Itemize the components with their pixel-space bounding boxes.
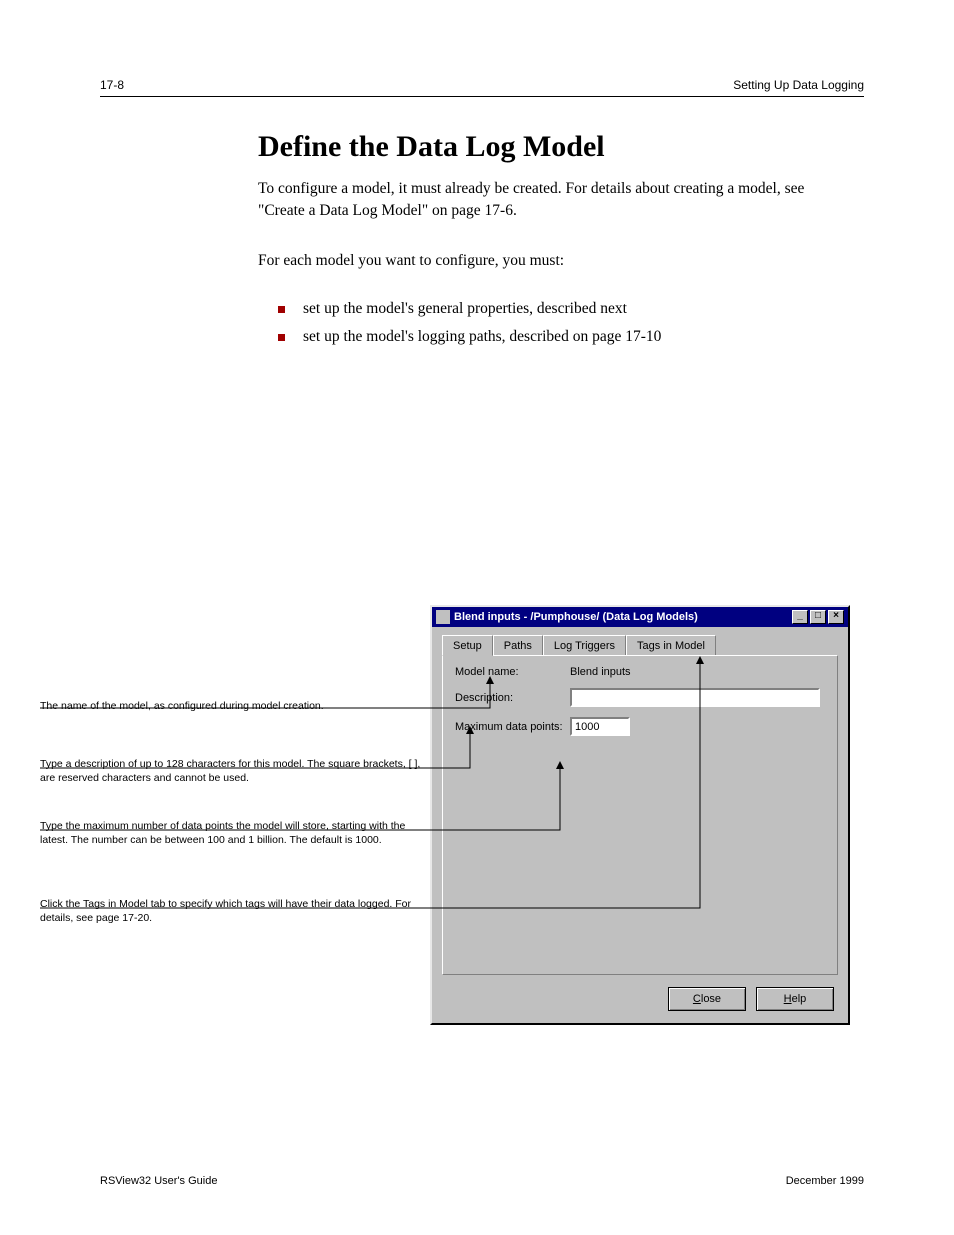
tab-strip: Setup Paths Log Triggers Tags in Model — [442, 635, 838, 655]
model-name-label: Model name: — [455, 666, 570, 678]
maximize-button[interactable]: □ — [810, 610, 826, 624]
section-heading: Define the Data Log Model — [258, 130, 605, 164]
minimize-button[interactable]: _ — [792, 610, 808, 624]
window-title: Blend inputs - /Pumphouse/ (Data Log Mod… — [454, 611, 792, 623]
bullet-list: set up the model's general properties, d… — [258, 300, 818, 356]
close-button-rest: lose — [701, 993, 721, 1005]
header-title: Setting Up Data Logging — [733, 78, 864, 92]
tab-setup[interactable]: Setup — [442, 635, 493, 656]
callout-description: Type a description of up to 128 characte… — [40, 758, 430, 785]
callout-max-points: Type the maximum number of data points t… — [40, 820, 430, 847]
data-log-model-dialog: Blend inputs - /Pumphouse/ (Data Log Mod… — [430, 605, 850, 1025]
tab-panel-setup: Model name: Blend inputs Description: Ma… — [442, 655, 838, 975]
tab-log-triggers[interactable]: Log Triggers — [543, 635, 626, 655]
bullet-text: set up the model's logging paths, descri… — [303, 328, 661, 346]
description-label: Description: — [455, 692, 570, 704]
running-header: 17-8 Setting Up Data Logging — [100, 78, 864, 92]
header-rule — [100, 96, 864, 97]
bullet-item: set up the model's logging paths, descri… — [258, 328, 818, 346]
bullet-text: set up the model's general properties, d… — [303, 300, 627, 318]
bullet-item: set up the model's general properties, d… — [258, 300, 818, 318]
tab-tags-in-model[interactable]: Tags in Model — [626, 635, 716, 655]
callout-tags-in-model: Click the Tags in Model tab to specify w… — [40, 898, 430, 925]
titlebar[interactable]: Blend inputs - /Pumphouse/ (Data Log Mod… — [432, 607, 848, 627]
tab-paths[interactable]: Paths — [493, 635, 543, 655]
max-data-points-label: Maximum data points: — [455, 721, 570, 733]
help-button[interactable]: Help — [756, 987, 834, 1011]
app-icon — [436, 610, 450, 624]
bullet-icon — [278, 306, 285, 313]
paragraph-1: To configure a model, it must already be… — [258, 178, 818, 223]
footer-left: RSView32 User's Guide — [100, 1175, 217, 1187]
close-window-button[interactable]: × — [828, 610, 844, 624]
model-name-value: Blend inputs — [570, 666, 631, 678]
footer-right: December 1999 — [786, 1175, 864, 1187]
paragraph-2: For each model you want to configure, yo… — [258, 250, 818, 272]
page-number: 17-8 — [100, 78, 124, 92]
help-button-rest: elp — [792, 993, 807, 1005]
description-input[interactable] — [570, 688, 820, 707]
close-button[interactable]: Close — [668, 987, 746, 1011]
callout-model-name: The name of the model, as configured dur… — [40, 700, 430, 714]
bullet-icon — [278, 334, 285, 341]
dialog-button-row: Close Help — [668, 987, 834, 1011]
max-data-points-input[interactable] — [570, 717, 630, 736]
